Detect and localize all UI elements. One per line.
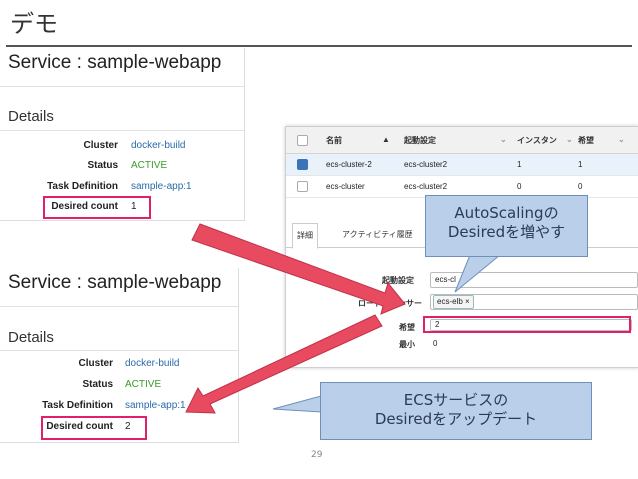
page-number: 29 <box>311 450 323 460</box>
callout-tail <box>272 395 322 413</box>
callout-tail <box>454 254 502 293</box>
callout-line: AutoScalingの <box>454 204 559 222</box>
arrow-right-icon <box>191 223 406 315</box>
callout-line: Desiredをアップデート <box>374 410 538 428</box>
callout-line: Desiredを増やす <box>447 223 566 241</box>
callout-autoscaling: AutoScalingの Desiredを増やす <box>425 195 588 257</box>
callout-ecs: ECSサービスの Desiredをアップデート <box>320 382 592 440</box>
callout-line: ECSサービスの <box>403 391 509 409</box>
